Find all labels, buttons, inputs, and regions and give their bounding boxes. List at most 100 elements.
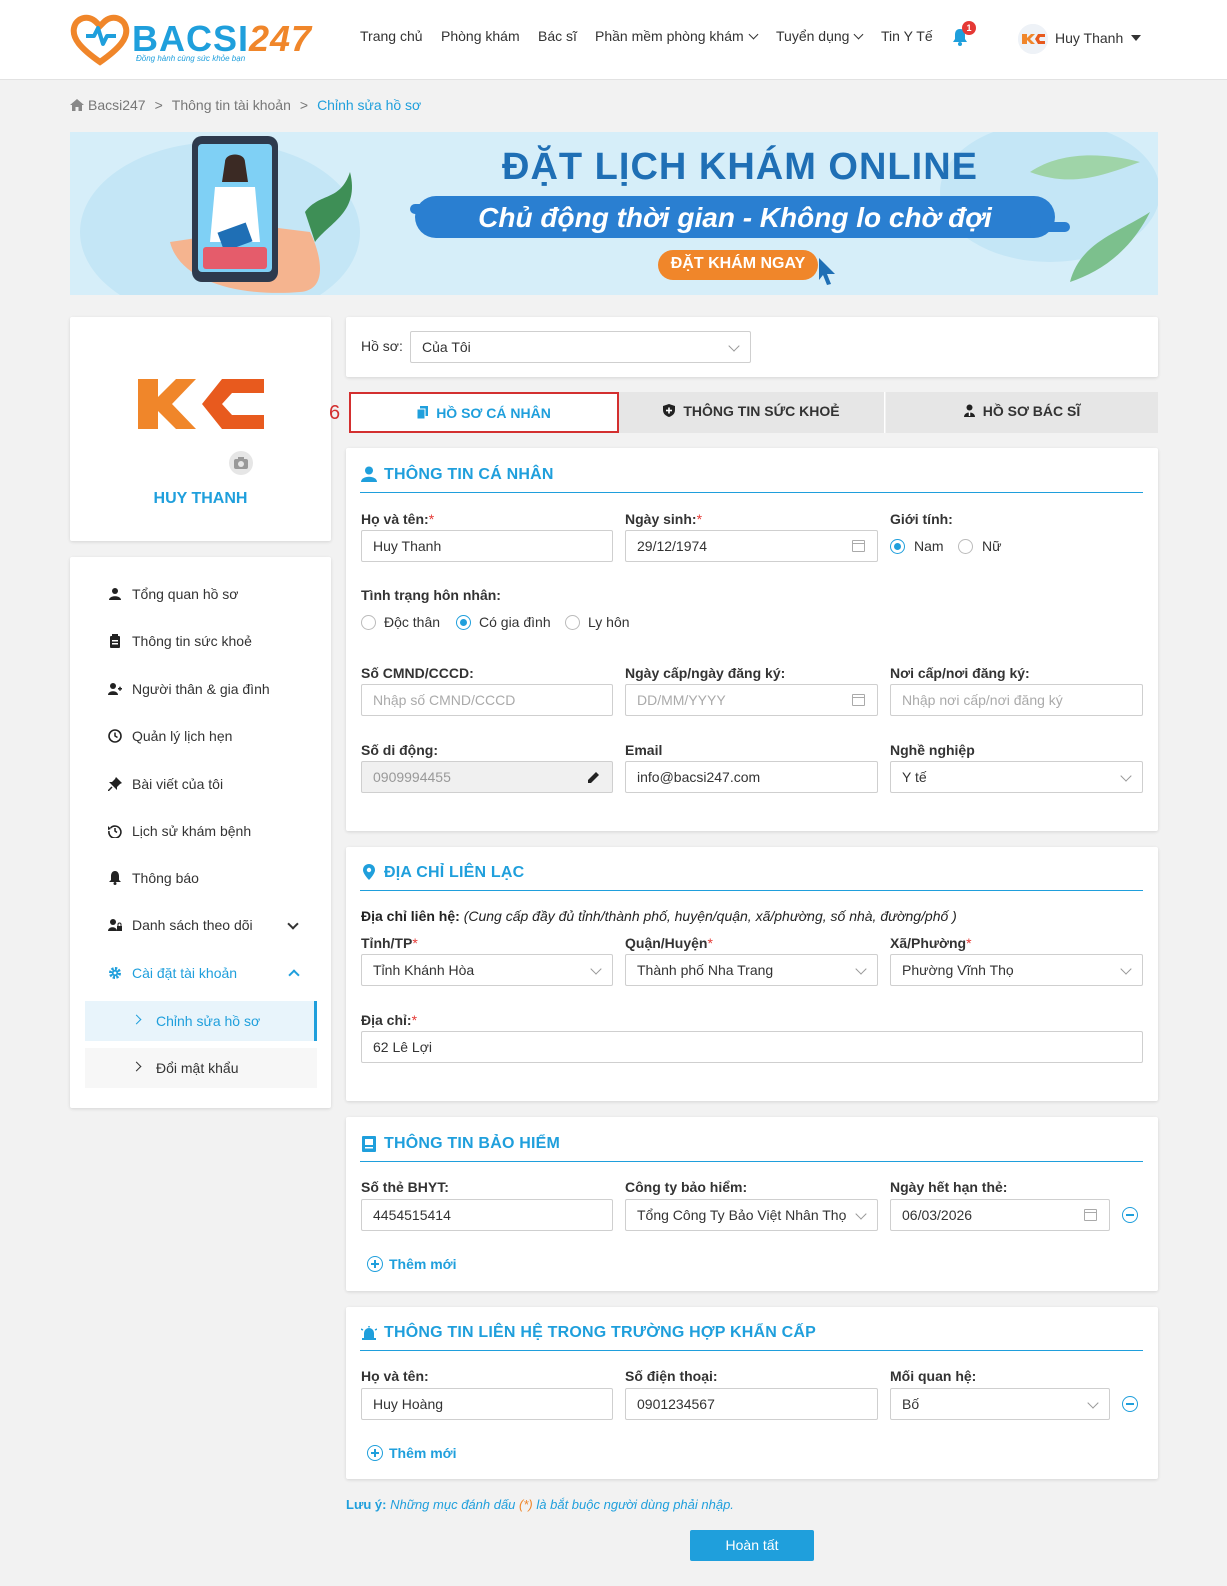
tab-doctor-profile[interactable]: HỒ SƠ BÁC SĨ (886, 392, 1158, 433)
nav-clinic-software[interactable]: Phần mềm phòng khám (595, 28, 759, 44)
field-label: Địa chỉ:* (361, 1012, 418, 1028)
emergency-phone-input[interactable]: 0901234567 (625, 1388, 878, 1420)
field-label: Mối quan hệ: (890, 1368, 977, 1384)
id-number-input[interactable]: Nhập số CMND/CCCD (361, 684, 613, 716)
radio-label: Độc thân (384, 614, 441, 630)
street-address-input[interactable]: 62 Lê Lợi (361, 1031, 1143, 1063)
insurance-expiry-input[interactable]: 06/03/2026 (890, 1199, 1110, 1231)
phone-input[interactable]: 0909994455 (361, 761, 613, 793)
user-name[interactable]: Huy Thanh (1055, 30, 1123, 46)
breadcrumb-home[interactable]: Bacsi247 (88, 97, 146, 113)
sidebar-item-family[interactable]: Người thân & gia đình (108, 681, 270, 697)
sidebar-item-health[interactable]: Thông tin sức khoẻ (110, 633, 252, 649)
change-avatar-button[interactable] (229, 451, 253, 475)
address-hint: Địa chỉ liên hệ: (Cung cấp đầy đủ tỉnh/t… (361, 908, 957, 924)
site-logo[interactable]: BACSI247 Đồng hành cùng sức khỏe bạn (70, 12, 311, 67)
chevron-right-icon (131, 1014, 142, 1025)
shield-icon (663, 404, 676, 417)
plus-circle-icon (367, 1256, 383, 1272)
field-label: Số CMND/CCCD: (361, 665, 474, 681)
calendar-icon (1084, 1209, 1097, 1221)
tab-health-info[interactable]: THÔNG TIN SỨC KHOẺ (619, 392, 885, 433)
email-input[interactable]: info@bacsi247.com (625, 761, 878, 793)
submit-button[interactable]: Hoàn tất (690, 1530, 814, 1561)
marital-divorced-radio[interactable] (565, 615, 580, 630)
personal-info-section: THÔNG TIN CÁ NHÂN Họ và tên:* Huy Thanh … (346, 448, 1158, 831)
district-select[interactable]: Thành phố Nha Trang (625, 954, 878, 986)
home-icon (70, 99, 84, 111)
field-label: Số di động: (361, 742, 438, 758)
kc-avatar-logo[interactable] (136, 377, 266, 433)
plus-circle-icon (367, 1445, 383, 1461)
marital-married-radio[interactable] (456, 615, 471, 630)
field-label: Nghề nghiệp (890, 742, 975, 758)
booking-banner[interactable]: ĐẶT LỊCH KHÁM ONLINE Chủ động thời gian … (70, 132, 1158, 295)
sidebar-subitem-edit-profile[interactable]: Chỉnh sửa hồ sơ (85, 1001, 317, 1041)
occupation-select[interactable]: Y tế (890, 761, 1143, 793)
profile-select[interactable]: Của Tôi (410, 331, 751, 363)
tab-personal-profile[interactable]: HỒ SƠ CÁ NHÂN (349, 392, 619, 433)
issue-place-input[interactable]: Nhập nơi cấp/nơi đăng ký (890, 684, 1143, 716)
sidebar-item-appointments[interactable]: Quản lý lịch hẹn (108, 728, 232, 744)
nav-recruitment[interactable]: Tuyển dụng (776, 28, 864, 44)
pencil-icon[interactable] (587, 771, 600, 784)
gender-male-radio[interactable] (890, 539, 905, 554)
radio-label: Nam (914, 538, 944, 554)
address-section: ĐỊA CHỈ LIÊN LẠC Địa chỉ liên hệ: (Cung … (346, 847, 1158, 1101)
nav-clinics[interactable]: Phòng khám (441, 28, 520, 44)
province-select[interactable]: Tỉnh Khánh Hòa (361, 954, 613, 986)
field-label: Họ và tên:* (361, 511, 435, 527)
sidebar-subitem-change-password[interactable]: Đổi mật khẩu (85, 1048, 317, 1088)
insurance-section: THÔNG TIN BẢO HIỂM Số thẻ BHYT: 44545154… (346, 1117, 1158, 1291)
field-label: Giới tính: (890, 511, 953, 527)
emergency-name-input[interactable]: Huy Hoàng (361, 1388, 613, 1420)
caret-down-icon[interactable] (1131, 35, 1141, 41)
chevron-down-icon (748, 29, 759, 40)
marital-single-radio[interactable] (361, 615, 376, 630)
radio-label: Ly hôn (588, 614, 630, 630)
sidebar-item-history[interactable]: Lịch sử khám bệnh (108, 823, 251, 839)
insurance-company-select[interactable]: Tổng Công Ty Bảo Việt Nhân Thọ (625, 1199, 878, 1231)
issue-date-input[interactable]: DD/MM/YYYY (625, 684, 878, 716)
remove-insurance-button[interactable] (1122, 1207, 1138, 1223)
user-avatar[interactable] (1018, 24, 1048, 54)
sidebar-item-my-posts[interactable]: Bài viết của tôi (108, 776, 223, 792)
dob-input[interactable]: 29/12/1974 (625, 530, 878, 562)
id-card-icon (362, 1136, 376, 1152)
profile-name: HUY THANH (153, 490, 248, 507)
ward-select[interactable]: Phường Vĩnh Thọ (890, 954, 1143, 986)
relationship-select[interactable]: Bố (890, 1388, 1110, 1420)
sidebar-item-follow-list[interactable]: Danh sách theo dõi (108, 917, 253, 933)
sidebar-menu: Tổng quan hồ sơ Thông tin sức khoẻ Người… (70, 557, 331, 1108)
nav-home[interactable]: Trang chủ (360, 28, 423, 44)
calendar-icon (852, 694, 865, 706)
section-title: THÔNG TIN LIÊN HỆ TRONG TRƯỜNG HỢP KHẨN … (384, 1324, 816, 1341)
section-title: THÔNG TIN BẢO HIỂM (384, 1135, 561, 1152)
chevron-down-icon (728, 340, 740, 352)
camera-icon (234, 457, 248, 469)
siren-icon (361, 1326, 377, 1340)
nav-doctors[interactable]: Bác sĩ (538, 28, 577, 44)
gender-female-radio[interactable] (958, 539, 973, 554)
remove-contact-button[interactable] (1122, 1396, 1138, 1412)
chevron-up-icon[interactable] (288, 969, 300, 981)
annotation-number: 6 (329, 402, 341, 424)
chevron-down-icon (590, 963, 602, 975)
add-contact-button[interactable]: Thêm mới (367, 1445, 457, 1461)
banner-cta-button[interactable]: ĐẶT KHÁM NGAY (658, 255, 818, 273)
sidebar-item-notifications[interactable]: Thông báo (109, 870, 199, 886)
chevron-down-icon[interactable] (287, 918, 299, 930)
full-name-input[interactable]: Huy Thanh (361, 530, 613, 562)
emergency-contact-section: THÔNG TIN LIÊN HỆ TRONG TRƯỜNG HỢP KHẨN … (346, 1307, 1158, 1479)
banner-title: ĐẶT LỊCH KHÁM ONLINE (502, 146, 978, 188)
add-insurance-button[interactable]: Thêm mới (367, 1256, 457, 1272)
breadcrumb-account[interactable]: Thông tin tài khoản (172, 97, 291, 113)
sidebar-item-account-settings[interactable]: Cài đặt tài khoản (109, 965, 237, 981)
insurance-card-input[interactable]: 4454515414 (361, 1199, 613, 1231)
nav-health-news[interactable]: Tin Y Tế (881, 28, 933, 44)
banner-subtitle: Chủ động thời gian - Không lo chờ đợi (478, 202, 992, 233)
document-icon (416, 406, 429, 420)
sidebar-item-overview[interactable]: Tổng quan hồ sơ (109, 586, 238, 602)
radio-label: Nữ (982, 538, 1002, 554)
field-label: Quận/Huyện* (625, 935, 713, 951)
